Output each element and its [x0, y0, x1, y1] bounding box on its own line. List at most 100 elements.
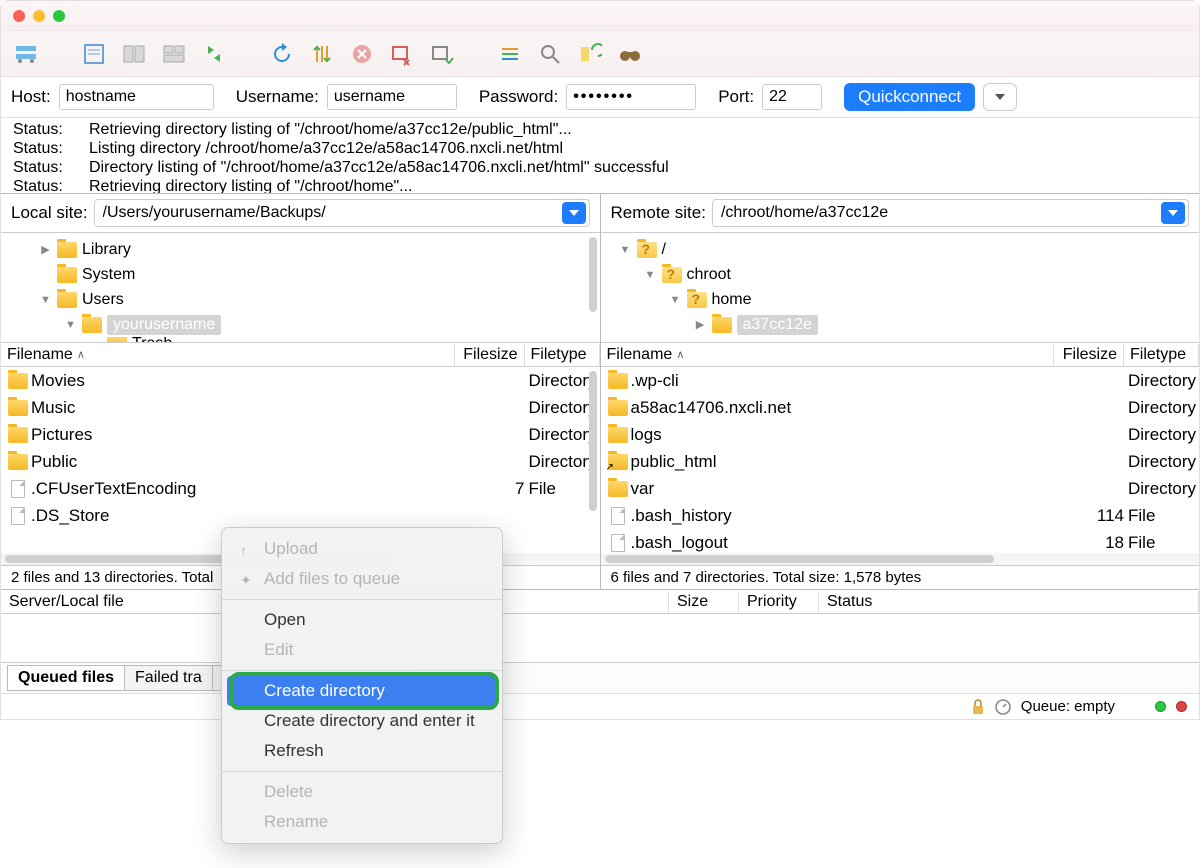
column-filename[interactable]: Filename∧	[1, 344, 455, 366]
minimize-button[interactable]	[33, 10, 45, 22]
local-tree[interactable]: ▶Library System ▼Users ▼yourusername Tra…	[1, 233, 600, 343]
list-item[interactable]: .wp-cliDirectory	[601, 367, 1200, 394]
list-item[interactable]: varDirectory	[601, 475, 1200, 502]
maximize-button[interactable]	[53, 10, 65, 22]
local-site-combo[interactable]	[94, 199, 590, 227]
list-item[interactable]: MoviesDirectory	[1, 367, 600, 394]
tree-item[interactable]: System	[82, 266, 135, 284]
tree-item[interactable]: home	[712, 291, 752, 309]
column-filename[interactable]: Filename∧	[601, 344, 1055, 366]
queue-body[interactable]	[1, 614, 1199, 662]
port-label: Port:	[718, 87, 754, 107]
column-status[interactable]: Status	[819, 591, 1199, 613]
log-label: Status:	[13, 120, 73, 139]
list-item[interactable]: .DS_Store	[1, 502, 600, 529]
tree-item[interactable]: Users	[82, 291, 124, 309]
chevron-down-icon[interactable]	[562, 202, 586, 224]
column-size[interactable]: Size	[669, 591, 739, 613]
remote-site-combo[interactable]	[712, 199, 1189, 227]
menu-create-directory-enter[interactable]: Create directory and enter it	[222, 706, 502, 736]
tab-queued-files[interactable]: Queued files	[7, 665, 125, 691]
menu-delete: Delete	[222, 777, 502, 807]
column-filetype[interactable]: Filetype	[1124, 344, 1199, 366]
column-filesize[interactable]: Filesize	[455, 344, 525, 366]
tree-item[interactable]: Library	[82, 241, 131, 259]
list-item[interactable]: .bash_logout18File	[601, 529, 1200, 553]
toggle-tree-icon[interactable]	[117, 37, 151, 71]
scrollbar[interactable]	[589, 371, 597, 511]
menu-rename: Rename	[222, 807, 502, 837]
binoculars-icon[interactable]	[613, 37, 647, 71]
port-input[interactable]	[762, 84, 822, 110]
scrollbar[interactable]	[589, 237, 597, 312]
list-item[interactable]: a58ac14706.nxcli.netDirectory	[601, 394, 1200, 421]
lock-icon	[971, 699, 985, 715]
filter-icon[interactable]	[493, 37, 527, 71]
quickconnect-history-dropdown[interactable]	[983, 83, 1017, 111]
remote-site-input[interactable]	[713, 201, 1161, 225]
log-message: Directory listing of "/chroot/home/a37cc…	[89, 158, 669, 177]
menu-add-to-queue: ✦Add files to queue	[222, 564, 502, 594]
chevron-down-icon[interactable]	[1161, 202, 1185, 224]
quickconnect-button[interactable]: Quickconnect	[844, 83, 975, 111]
menu-open[interactable]: Open	[222, 605, 502, 635]
local-list-header: Filename∧ Filesize Filetype	[1, 343, 600, 367]
tree-item[interactable]: chroot	[687, 266, 731, 284]
refresh-icon[interactable]	[265, 37, 299, 71]
toolbar	[1, 31, 1199, 77]
menu-create-directory[interactable]: Create directory	[227, 676, 497, 706]
speed-limit-icon[interactable]	[995, 699, 1011, 715]
remote-site-label: Remote site:	[611, 203, 706, 223]
remote-file-list[interactable]: .wp-cliDirectory a58ac14706.nxcli.netDir…	[601, 367, 1200, 553]
status-bar: Queue: empty	[1, 693, 1199, 719]
context-menu[interactable]: ↑Upload ✦Add files to queue Open Edit Cr…	[221, 527, 503, 844]
list-item[interactable]: .bash_history114File	[601, 502, 1200, 529]
list-item[interactable]: .CFUserTextEncoding7File	[1, 475, 600, 502]
message-log[interactable]: Status:Retrieving directory listing of "…	[1, 118, 1199, 194]
toggle-log-icon[interactable]	[77, 37, 111, 71]
list-item[interactable]: PublicDirectory	[1, 448, 600, 475]
tree-item[interactable]: Trash	[132, 337, 172, 343]
username-input[interactable]	[327, 84, 457, 110]
list-item[interactable]: logsDirectory	[601, 421, 1200, 448]
log-message: Listing directory /chroot/home/a37cc12e/…	[89, 139, 563, 158]
local-file-list[interactable]: MoviesDirectory MusicDirectory PicturesD…	[1, 367, 600, 553]
remote-tree[interactable]: ▼/ ▼chroot ▼home ▶a37cc12e	[601, 233, 1200, 343]
tree-item-selected[interactable]: yourusername	[107, 315, 221, 335]
tree-item[interactable]: /	[662, 241, 666, 259]
column-filesize[interactable]: Filesize	[1054, 344, 1124, 366]
column-priority[interactable]: Priority	[739, 591, 819, 613]
local-site-input[interactable]	[95, 201, 562, 225]
log-label: Status:	[13, 177, 73, 194]
tab-failed-transfers[interactable]: Failed tra	[125, 665, 213, 691]
list-item[interactable]: MusicDirectory	[1, 394, 600, 421]
column-filetype[interactable]: Filetype	[525, 344, 600, 366]
process-queue-icon[interactable]	[305, 37, 339, 71]
sync-browse-icon[interactable]	[197, 37, 231, 71]
quickconnect-bar: Host: Username: Password: Port: Quickcon…	[1, 77, 1199, 118]
title-bar	[1, 1, 1199, 31]
remote-status: 6 files and 7 directories. Total size: 1…	[601, 565, 1200, 590]
site-manager-icon[interactable]	[9, 37, 43, 71]
local-site-label: Local site:	[11, 203, 88, 223]
tree-item-selected[interactable]: a37cc12e	[737, 315, 818, 335]
password-input[interactable]	[566, 84, 696, 110]
list-item[interactable]: ↗public_htmlDirectory	[601, 448, 1200, 475]
indicator-red	[1176, 701, 1187, 712]
host-input[interactable]	[59, 84, 214, 110]
search-icon[interactable]	[533, 37, 567, 71]
cancel-icon[interactable]	[345, 37, 379, 71]
reconnect-icon[interactable]	[425, 37, 459, 71]
disconnect-icon[interactable]	[385, 37, 419, 71]
menu-edit: Edit	[222, 635, 502, 665]
log-label: Status:	[13, 139, 73, 158]
close-button[interactable]	[13, 10, 25, 22]
queue-tabs: Queued files Failed tra	[1, 662, 1199, 693]
list-item[interactable]: PicturesDirectory	[1, 421, 600, 448]
indicator-green	[1155, 701, 1166, 712]
host-label: Host:	[11, 87, 51, 107]
compare-icon[interactable]	[573, 37, 607, 71]
scrollbar[interactable]	[601, 553, 1200, 565]
toggle-queue-icon[interactable]	[157, 37, 191, 71]
menu-refresh[interactable]: Refresh	[222, 736, 502, 766]
